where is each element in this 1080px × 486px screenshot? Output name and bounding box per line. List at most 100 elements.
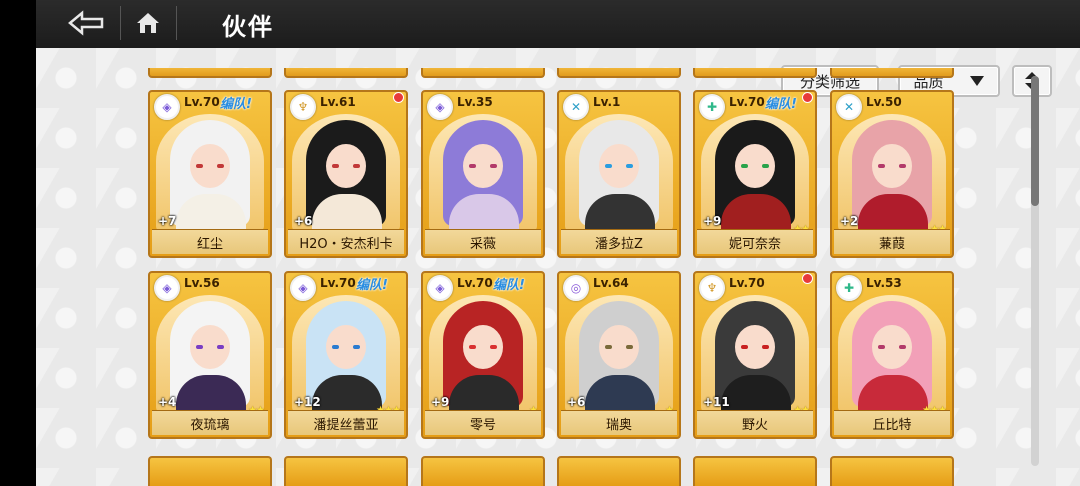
partner-name: 妮可奈奈 — [697, 229, 813, 254]
portrait-eye — [762, 345, 769, 349]
partner-portrait — [429, 114, 537, 232]
partner-name: 野火 — [697, 410, 813, 435]
team-badge: 编队! — [493, 278, 525, 293]
portrait-eye — [196, 345, 203, 349]
portrait-eye — [605, 164, 612, 168]
partner-portrait — [565, 114, 673, 232]
divider — [176, 6, 177, 40]
home-button[interactable] — [128, 5, 168, 41]
healer-icon: ✚ — [699, 94, 725, 120]
partner-screen: 伙伴 分类筛选 品质 ◈ Lv.70 编队! +7 红尘 ♆ Lv.61 +6 H2O・安杰利卡… — [0, 0, 1080, 486]
partner-card-partial[interactable] — [421, 456, 545, 486]
partner-level: Lv.70 — [184, 95, 220, 109]
partner-name: 瑞奥 — [561, 410, 677, 435]
shield-icon: ◈ — [427, 275, 453, 301]
partner-name: 潘多拉Z — [561, 229, 677, 254]
partner-plus: +6 — [567, 395, 586, 409]
notification-dot — [802, 92, 813, 103]
partner-card-partial[interactable] — [148, 456, 272, 486]
partner-card-partial[interactable] — [557, 456, 681, 486]
portrait-eye — [626, 345, 633, 349]
back-arrow-icon — [68, 10, 104, 36]
portrait-eye — [899, 164, 906, 168]
portrait-eye — [741, 345, 748, 349]
partner-level: Lv.50 — [866, 95, 902, 109]
partner-plus: +4 — [158, 395, 177, 409]
partner-card[interactable]: ✕Lv.50+2★★蒹葭 — [830, 90, 954, 258]
partner-card[interactable]: ♆ Lv.61 +6 H2O・安杰利卡 — [284, 90, 408, 258]
portrait-eye — [762, 164, 769, 168]
partner-grid: ◈ Lv.70 编队! +7 红尘 ♆ Lv.61 +6 H2O・安杰利卡 ◈ Lv.35 采薇 ✕ Lv… — [36, 48, 1036, 486]
partner-card[interactable]: ◈ Lv.35 采薇 — [421, 90, 545, 258]
partner-card-partial[interactable] — [830, 456, 954, 486]
partner-name: 蒹葭 — [834, 229, 950, 254]
partner-plus: +9 — [431, 395, 450, 409]
portrait-eye — [878, 164, 885, 168]
partner-card-partial[interactable] — [421, 68, 545, 78]
partner-card[interactable]: ◈Lv.70编队!+12★★★潘提丝蕾亚 — [284, 271, 408, 439]
partner-level: Lv.70 — [729, 276, 765, 290]
scrollbar[interactable] — [1031, 76, 1039, 466]
partner-card[interactable]: ✚Lv.70编队!+9★★妮可奈奈 — [693, 90, 817, 258]
partner-name: 红尘 — [152, 229, 268, 254]
portrait-eye — [217, 345, 224, 349]
partner-plus: +6 — [294, 214, 313, 228]
partner-name: 夜琉璃 — [152, 410, 268, 435]
shield-icon: ◈ — [427, 94, 453, 120]
sword-icon: ♆ — [699, 275, 725, 301]
partner-name: 零号 — [425, 410, 541, 435]
partner-plus: +12 — [294, 395, 321, 409]
screen-edge — [0, 0, 36, 486]
partner-plus: +11 — [703, 395, 730, 409]
portrait-eye — [741, 164, 748, 168]
partner-level: Lv.64 — [593, 276, 629, 290]
partner-card[interactable]: ◈Lv.70编队!+9★零号 — [421, 271, 545, 439]
back-button[interactable] — [56, 5, 116, 41]
partner-level: Lv.35 — [457, 95, 493, 109]
partner-plus: +9 — [703, 214, 722, 228]
partner-card-partial[interactable] — [284, 68, 408, 78]
page-title: 伙伴 — [222, 13, 274, 41]
partner-card[interactable]: ♆Lv.70+11★★野火 — [693, 271, 817, 439]
partner-name: 采薇 — [425, 229, 541, 254]
top-bar: 伙伴 — [36, 0, 1080, 50]
partner-card[interactable]: ✚Lv.53★★★丘比特 — [830, 271, 954, 439]
portrait-eye — [196, 164, 203, 168]
bow-icon: ✕ — [563, 94, 589, 120]
portrait-eye — [878, 345, 885, 349]
partner-card[interactable]: ◎Lv.64+6★瑞奥 — [557, 271, 681, 439]
healer-icon: ✚ — [836, 275, 862, 301]
partner-level: Lv.61 — [320, 95, 356, 109]
partner-card-partial[interactable] — [284, 456, 408, 486]
partner-level: Lv.53 — [866, 276, 902, 290]
team-badge: 编队! — [220, 97, 252, 112]
mage-icon: ◎ — [563, 275, 589, 301]
team-badge: 编队! — [765, 97, 797, 112]
portrait-eye — [469, 164, 476, 168]
partner-level: Lv.70 — [320, 276, 356, 290]
shield-icon: ◈ — [290, 275, 316, 301]
partner-card[interactable]: ◈ Lv.70 编队! +7 红尘 — [148, 90, 272, 258]
scrollbar-thumb[interactable] — [1031, 76, 1039, 206]
partner-card-partial[interactable] — [693, 456, 817, 486]
partner-card[interactable]: ◈Lv.56+4★★夜琉璃 — [148, 271, 272, 439]
partner-card-partial[interactable] — [557, 68, 681, 78]
partner-card-partial[interactable] — [148, 68, 272, 78]
partner-card[interactable]: ✕ Lv.1 潘多拉Z — [557, 90, 681, 258]
partner-level: Lv.1 — [593, 95, 621, 109]
partner-plus: +2 — [840, 214, 859, 228]
shield-icon: ◈ — [154, 275, 180, 301]
portrait-eye — [217, 164, 224, 168]
partner-name: 潘提丝蕾亚 — [288, 410, 404, 435]
portrait-eye — [899, 345, 906, 349]
sword-icon: ♆ — [290, 94, 316, 120]
partner-card-partial[interactable] — [693, 68, 817, 78]
partner-card-partial[interactable] — [830, 68, 954, 78]
home-icon — [137, 13, 159, 33]
partner-name: 丘比特 — [834, 410, 950, 435]
portrait-eye — [626, 164, 633, 168]
portrait-eye — [469, 345, 476, 349]
portrait-eye — [332, 164, 339, 168]
bow-icon: ✕ — [836, 94, 862, 120]
partner-level: Lv.56 — [184, 276, 220, 290]
